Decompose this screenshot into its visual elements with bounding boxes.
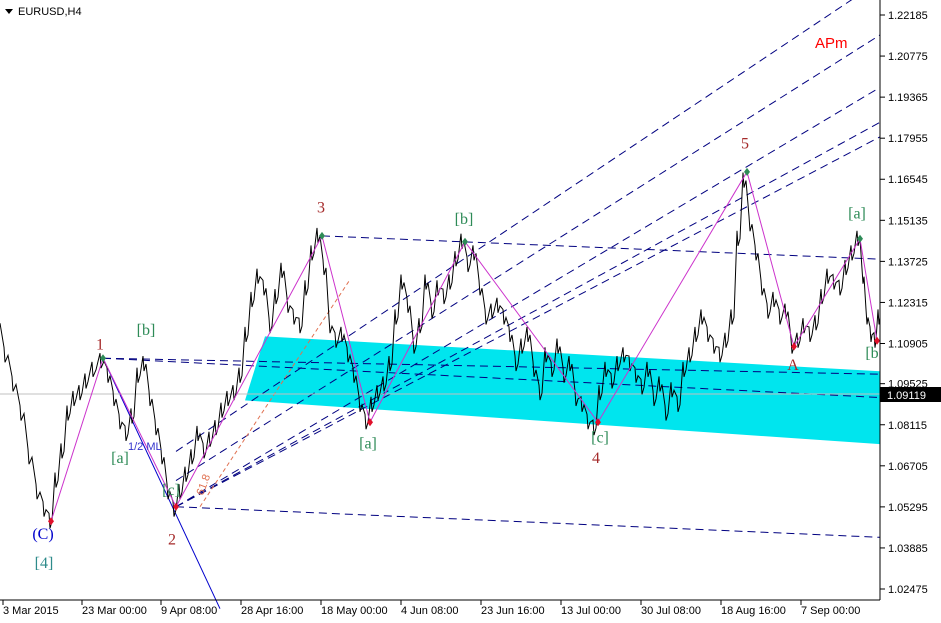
- x-tick-label: 7 Sep 00:00: [801, 605, 860, 617]
- wave-label: [a]: [359, 435, 377, 452]
- wave-label: 3: [317, 200, 325, 217]
- y-tick-label: 1.10905: [888, 338, 928, 350]
- wave-label: [4]: [35, 555, 54, 572]
- wave-label: [b: [865, 345, 878, 362]
- chart-title: EURUSD,H4: [18, 6, 82, 18]
- x-tick-label: 4 Jun 08:00: [401, 605, 459, 617]
- y-tick-label: 1.08115: [888, 420, 927, 432]
- y-tick-label: 1.12315: [888, 297, 928, 309]
- x-tick-label: 13 Jul 00:00: [561, 605, 621, 617]
- y-tick-label: 1.15135: [888, 215, 928, 227]
- wave-label: 4: [592, 450, 600, 467]
- wave-label: 1: [96, 336, 104, 353]
- y-axis-ticks: 1.22185 1.20775 1.19365 1.17955 1.16545 1.151…: [880, 10, 928, 596]
- wave-label: A: [787, 357, 799, 374]
- wave-label: [c]: [162, 482, 180, 499]
- x-tick-label: 18 Aug 16:00: [721, 605, 786, 617]
- y-tick-label: 1.22185: [888, 10, 928, 22]
- wave-label: [a]: [111, 450, 129, 467]
- wave-label: 2: [168, 532, 176, 549]
- x-tick-label: 23 Jun 16:00: [481, 605, 545, 617]
- x-tick-label: 9 Apr 08:00: [161, 605, 217, 617]
- current-price-label: 1.09119: [887, 390, 926, 402]
- x-tick-label: 23 Mar 00:00: [82, 605, 147, 617]
- wave-label: 5: [741, 136, 749, 153]
- chart-canvas[interactable]: 1 2 3 4 5 A (C) [4] [a] [b] [c] [a] [b] [c] [a] [b 1.22…: [0, 0, 941, 623]
- x-tick-label: 28 Apr 16:00: [241, 605, 303, 617]
- y-tick-label: 1.06705: [888, 461, 928, 473]
- y-tick-label: 1.03885: [888, 543, 928, 555]
- x-tick-label: 30 Jul 08:00: [641, 605, 701, 617]
- apm-label: APm: [815, 35, 848, 52]
- y-tick-label: 1.16545: [888, 174, 928, 186]
- wave-label: [b]: [137, 322, 156, 339]
- y-tick-label: 1.17955: [888, 133, 928, 145]
- plot-background: [0, 0, 880, 600]
- median-line-label: 1/2 ML: [128, 441, 162, 453]
- x-axis-ticks: 3 Mar 2015 23 Mar 00:00 9 Apr 08:00 28 Apr …: [2, 600, 860, 617]
- y-tick-label: 1.05295: [888, 502, 928, 514]
- x-tick-label: 3 Mar 2015: [3, 605, 59, 617]
- y-tick-label: 1.19365: [888, 92, 928, 104]
- x-tick-label: 18 May 00:00: [321, 605, 388, 617]
- y-tick-label: 1.13725: [888, 256, 928, 268]
- wave-label: (C): [32, 526, 53, 543]
- y-tick-label: 1.20775: [888, 51, 928, 63]
- wave-label: [a]: [848, 205, 866, 222]
- wave-label: [c]: [591, 430, 609, 447]
- y-tick-label: 1.02475: [888, 584, 928, 596]
- wave-label: [b]: [455, 211, 474, 228]
